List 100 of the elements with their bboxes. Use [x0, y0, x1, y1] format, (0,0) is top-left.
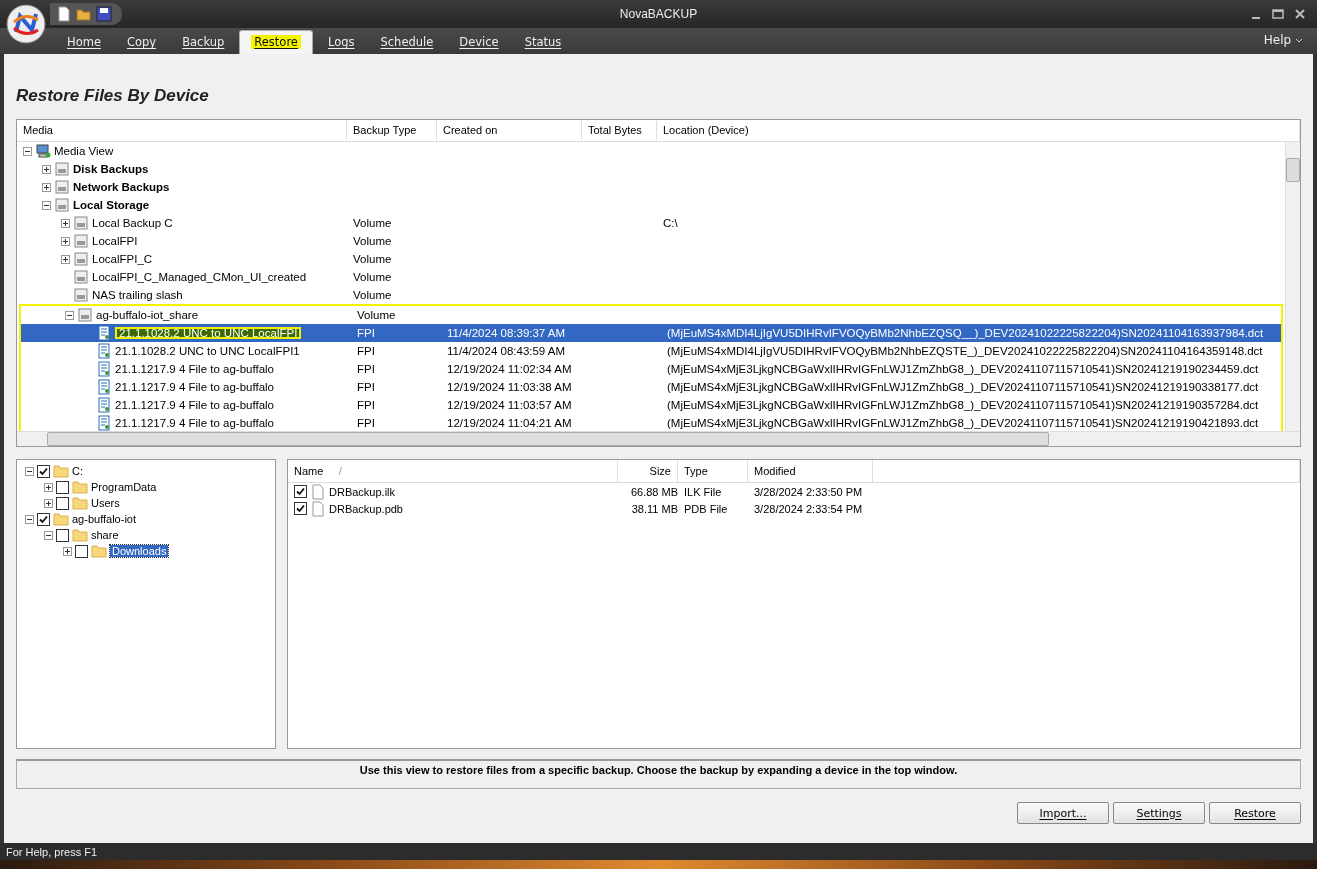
- expand-icon[interactable]: [42, 164, 51, 174]
- backup-type: Volume: [353, 271, 392, 283]
- collapse-icon[interactable]: [25, 466, 34, 476]
- tree-label: Media View: [54, 145, 114, 157]
- help-menu[interactable]: Help: [1257, 32, 1309, 48]
- tree-label: Network Backups: [73, 181, 170, 193]
- column-header[interactable]: Type: [678, 460, 748, 482]
- save-icon[interactable]: [96, 6, 112, 22]
- document-icon: [96, 325, 112, 341]
- column-header[interactable]: Location (Device): [657, 120, 1300, 141]
- maximize-icon[interactable]: [1271, 7, 1285, 21]
- file-size: 66.88 MB: [630, 485, 678, 498]
- collapse-icon[interactable]: [42, 200, 51, 210]
- column-header[interactable]: Backup Type: [347, 120, 437, 141]
- tree-row[interactable]: Local Backup C Volume C:\: [17, 214, 1285, 232]
- action-button[interactable]: Restore: [1209, 802, 1301, 824]
- tree-label: NAS trailing slash: [92, 289, 183, 301]
- tree-row[interactable]: 21.1.1217.9 4 File to ag-buffalo FPI 12/19/2024 11:02:34 AM (MjEuMS4xMjE3LjkgNCBGaWxlIHRvIGFnLWJ1ZmZhbG8_)_DEV20241107115710541)SN20241219190234459.dct: [21, 360, 1281, 378]
- created-date: 12/19/2024 11:02:34 AM: [447, 363, 572, 375]
- checkbox[interactable]: [37, 512, 50, 526]
- checkbox[interactable]: [56, 496, 69, 510]
- folder-label[interactable]: share: [91, 529, 119, 541]
- computer-icon: [35, 143, 51, 159]
- folder-label[interactable]: Downloads: [110, 545, 169, 557]
- expand-icon[interactable]: [61, 236, 70, 246]
- checkbox[interactable]: [294, 502, 307, 515]
- menu-tab[interactable]: Logs: [316, 31, 366, 54]
- new-document-icon[interactable]: [56, 6, 72, 22]
- tree-row[interactable]: 21.1.1217.9 4 File to ag-buffalo FPI 12/19/2024 11:03:57 AM (MjEuMS4xMjE3LjkgNCBGaWxlIHRvIGFnLWJ1ZmZhbG8_)_DEV20241107115710541)SN20241219190357284.dct: [21, 396, 1281, 414]
- expand-icon[interactable]: [61, 254, 70, 264]
- tree-label: 21.1.1217.9 4 File to ag-buffalo: [115, 363, 274, 375]
- tree-row[interactable]: LocalFPI_C_Managed_CMon_UI_created Volume: [17, 268, 1285, 286]
- document-icon: [96, 415, 112, 431]
- folder-icon: [53, 511, 69, 527]
- column-header[interactable]: Modified: [748, 460, 873, 482]
- backup-type: Volume: [353, 217, 392, 229]
- backup-type: FPI: [357, 381, 375, 393]
- menu-tab[interactable]: Home: [56, 31, 112, 54]
- folder-icon: [72, 495, 88, 511]
- checkbox[interactable]: [75, 544, 88, 558]
- checkbox[interactable]: [56, 528, 69, 542]
- folder-icon: [91, 543, 107, 559]
- drive-icon: [73, 269, 89, 285]
- expand-icon[interactable]: [63, 546, 72, 556]
- created-date: 12/19/2024 11:03:57 AM: [447, 399, 572, 411]
- menu-tab[interactable]: Backup: [171, 31, 236, 54]
- collapse-icon[interactable]: [44, 530, 53, 540]
- backup-type: FPI: [357, 417, 375, 429]
- menu-tab[interactable]: Schedule: [369, 31, 445, 54]
- action-button[interactable]: Settings: [1113, 802, 1205, 824]
- expand-icon[interactable]: [44, 498, 53, 508]
- location-text: (MjEuMS4xMDI4LjIgVU5DIHRvIFVOQyBMb2NhbEZQSTE_)_DEV20241022225822204)SN20241104164359148.dct: [667, 345, 1263, 357]
- column-header[interactable]: Media: [17, 120, 347, 141]
- tree-row[interactable]: 21.1.1217.9 4 File to ag-buffalo FPI 12/19/2024 11:04:21 AM (MjEuMS4xMjE3LjkgNCBGaWxlIHRvIGFnLWJ1ZmZhbG8_)_DEV20241107115710541)SN20241219190421893.dct: [21, 414, 1281, 431]
- tree-row[interactable]: LocalFPI Volume: [17, 232, 1285, 250]
- status-text: For Help, press F1: [6, 845, 98, 858]
- file-icon: [311, 483, 325, 500]
- tree-row[interactable]: Network Backups: [17, 178, 1285, 196]
- sort-mark: /: [338, 465, 342, 477]
- expand-icon[interactable]: [42, 182, 51, 192]
- horizontal-scrollbar[interactable]: [17, 431, 1300, 446]
- tree-row[interactable]: ag-buffalo-iot_share Volume: [21, 306, 1281, 324]
- folder-label[interactable]: ProgramData: [91, 481, 157, 493]
- folder-label[interactable]: ag-buffalo-iot: [72, 513, 136, 525]
- menu-tab[interactable]: Device: [448, 31, 510, 54]
- tree-row[interactable]: LocalFPI_C Volume: [17, 250, 1285, 268]
- close-icon[interactable]: [1293, 7, 1307, 21]
- backup-type: FPI: [357, 399, 375, 411]
- tree-row[interactable]: NAS trailing slash Volume: [17, 286, 1285, 304]
- collapse-icon[interactable]: [65, 310, 74, 320]
- column-header[interactable]: Created on: [437, 120, 582, 141]
- caret-icon: [1295, 38, 1303, 44]
- document-icon: [96, 397, 112, 413]
- tree-row[interactable]: Local Storage: [17, 196, 1285, 214]
- folder-label[interactable]: C:: [72, 465, 83, 477]
- vertical-scrollbar[interactable]: [1285, 142, 1300, 431]
- tree-row[interactable]: Media View: [17, 142, 1285, 160]
- checkbox[interactable]: [37, 464, 50, 478]
- tree-row[interactable]: 21.1.1028.2 UNC to UNC LocalFPI FPI 11/4/2024 08:39:37 AM (MjEuMS4xMDI4LjIgVU5DIHRvIFVOQyBMb2NhbEZQSQ__)_DEV20241022225822204)SN20241104163937984.dct: [21, 324, 1281, 342]
- expand-icon[interactable]: [61, 218, 70, 228]
- tree-row[interactable]: 21.1.1028.2 UNC to UNC LocalFPI1 FPI 11/4/2024 08:43:59 AM (MjEuMS4xMDI4LjIgVU5DIHRvIFVOQyBMb2NhbEZQSTE_)_DEV20241022225822204)SN20241104164359148.dct: [21, 342, 1281, 360]
- menu-tab[interactable]: Status: [513, 31, 573, 54]
- action-button[interactable]: Import...: [1017, 802, 1109, 824]
- collapse-icon[interactable]: [23, 146, 32, 156]
- menu-tab[interactable]: Restore: [239, 30, 313, 54]
- checkbox[interactable]: [56, 480, 69, 494]
- tree-row[interactable]: 21.1.1217.9 4 File to ag-buffalo FPI 12/19/2024 11:03:38 AM (MjEuMS4xMjE3LjkgNCBGaWxlIHRvIGFnLWJ1ZmZhbG8_)_DEV20241107115710541)SN20241219190338177.dct: [21, 378, 1281, 396]
- tree-label: 21.1.1217.9 4 File to ag-buffalo: [115, 417, 274, 429]
- column-header[interactable]: Name /: [288, 460, 618, 482]
- checkbox[interactable]: [294, 485, 307, 498]
- collapse-icon[interactable]: [25, 514, 34, 524]
- folder-label[interactable]: Users: [91, 497, 120, 509]
- tree-row[interactable]: Disk Backups: [17, 160, 1285, 178]
- column-header[interactable]: Size: [618, 460, 678, 482]
- column-header[interactable]: Total Bytes: [582, 120, 657, 141]
- open-folder-icon[interactable]: [76, 6, 92, 22]
- tree-label: LocalFPI_C_Managed_CMon_UI_created: [92, 271, 307, 283]
- expand-icon[interactable]: [44, 482, 53, 492]
- tree-label: ag-buffalo-iot_share: [96, 309, 199, 321]
- menu-tab[interactable]: Copy: [115, 31, 168, 54]
